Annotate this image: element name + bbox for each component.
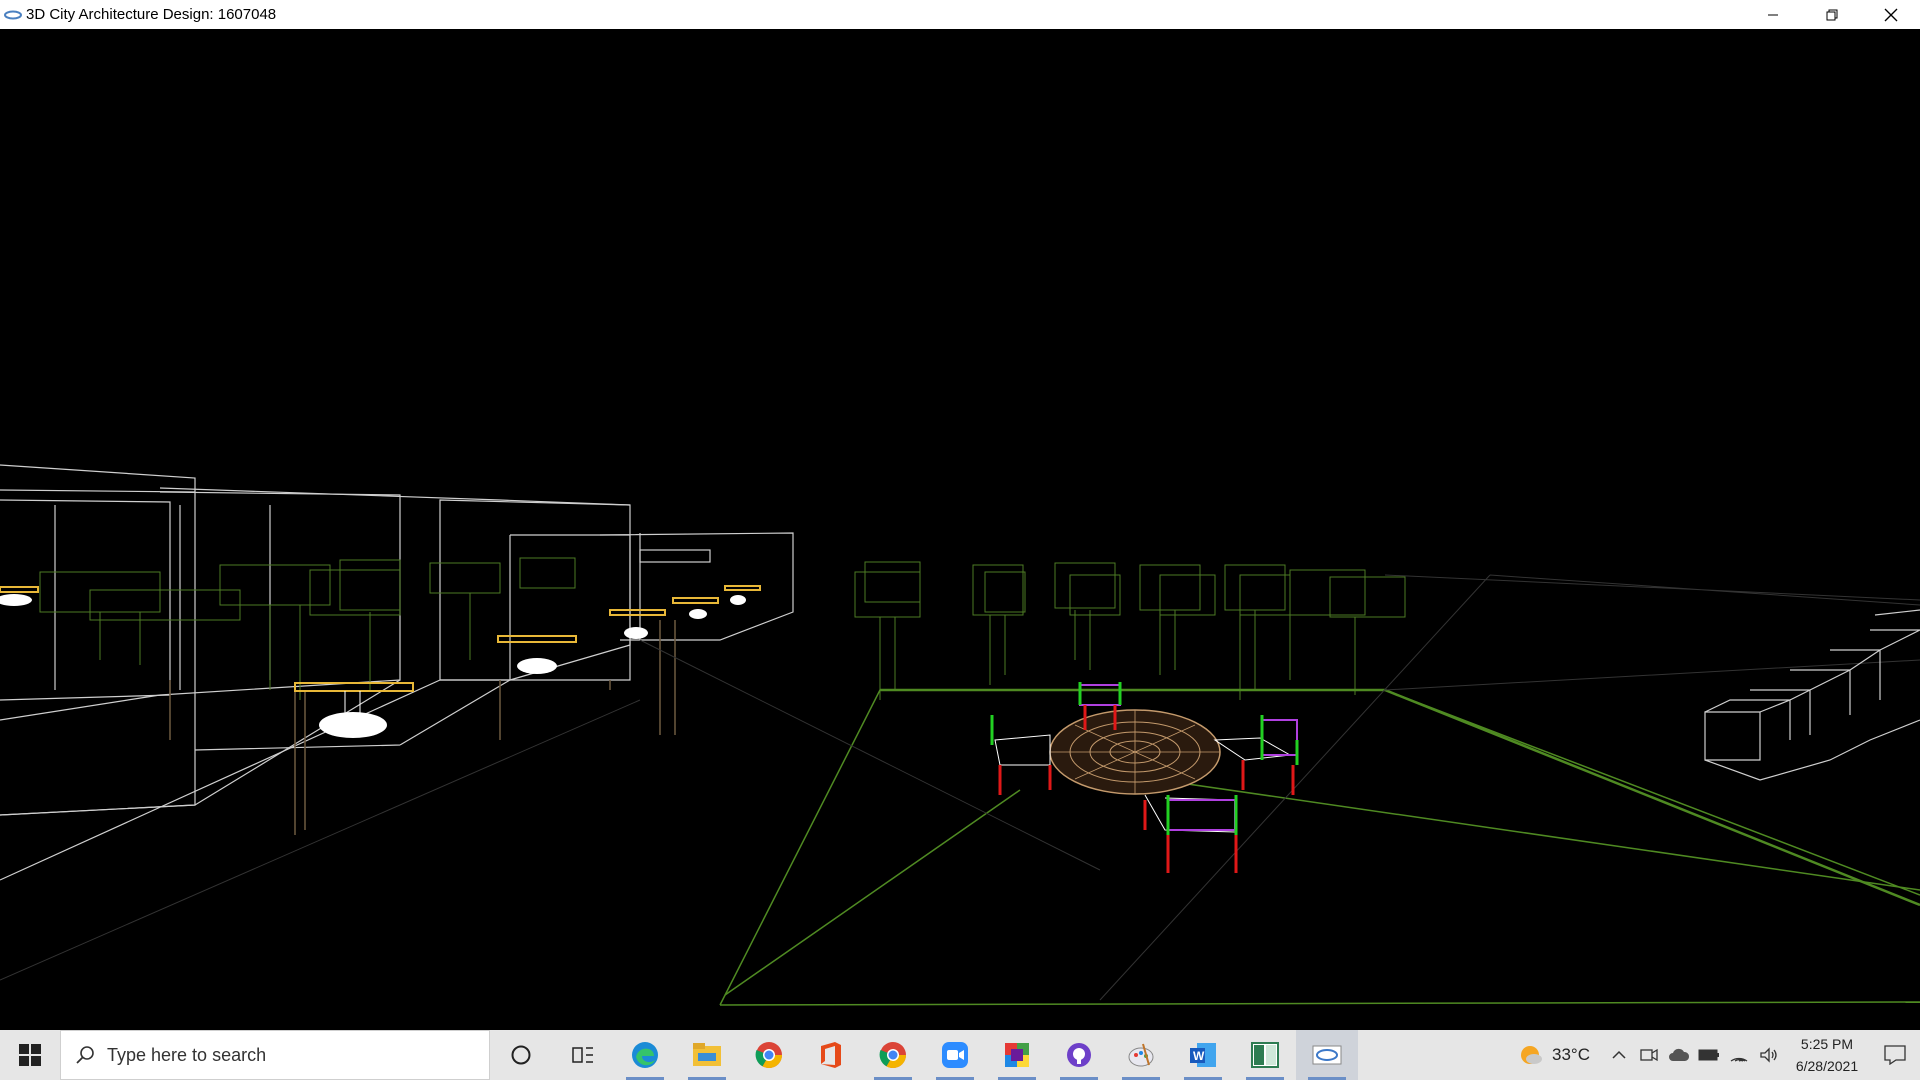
wifi-icon (1730, 1057, 1748, 1062)
close-icon (1884, 8, 1897, 21)
restore-icon (1826, 9, 1837, 20)
task-view-button[interactable] (552, 1030, 614, 1080)
word-icon: W (1190, 1043, 1216, 1067)
table-and-chairs (990, 682, 1299, 873)
left-buildings (0, 464, 794, 881)
taskbar-opengl-app[interactable] (1296, 1030, 1358, 1080)
github-icon (1067, 1043, 1091, 1067)
taskbar-office[interactable] (800, 1030, 862, 1080)
start-button[interactable] (0, 1030, 60, 1080)
system-tray: 33°C 5:25 PM 6/28/2021 (1518, 1030, 1920, 1080)
svg-text:W: W (1193, 1049, 1205, 1063)
onedrive-button[interactable] (1664, 1030, 1694, 1080)
camera-icon (1640, 1048, 1658, 1062)
taskbar-chrome-1[interactable] (738, 1030, 800, 1080)
clock-time: 5:25 PM (1800, 1036, 1854, 1052)
taskbar-paint[interactable] (1110, 1030, 1172, 1080)
windows-logo-icon (19, 1044, 41, 1066)
meet-now-button[interactable] (1634, 1030, 1664, 1080)
ground-plane (719, 688, 1920, 1006)
background-shelves (854, 561, 1406, 700)
taskbar-colorful-app[interactable] (986, 1030, 1048, 1080)
task-view-icon (572, 1047, 593, 1063)
cortana-icon (511, 1045, 531, 1065)
restore-button[interactable] (1802, 0, 1861, 29)
weather-temp: 33°C (1552, 1045, 1590, 1064)
close-button[interactable] (1861, 0, 1920, 29)
search-placeholder: Type here to search (107, 1044, 267, 1065)
speaker-icon (1760, 1047, 1777, 1063)
chrome-icon (879, 1042, 907, 1069)
minimize-button[interactable] (1743, 0, 1802, 29)
taskbar-edge[interactable] (614, 1030, 676, 1080)
battery-icon (1698, 1049, 1719, 1061)
taskbar-zoom[interactable] (924, 1030, 986, 1080)
wireframe-scene (0, 464, 1920, 1006)
taskbar: Type here to search W 33°C 5:25 PM 6/28/… (0, 1030, 1920, 1080)
paint-icon (1128, 1043, 1154, 1067)
search-box[interactable]: Type here to search (60, 1030, 490, 1080)
taskbar-github[interactable] (1048, 1030, 1110, 1080)
clock-date: 6/28/2021 (1795, 1058, 1859, 1074)
taskbar-chrome-2[interactable] (862, 1030, 924, 1080)
left-shelves (39, 557, 576, 700)
battery-button[interactable] (1694, 1030, 1724, 1080)
opengl-app-icon (1312, 1045, 1342, 1065)
office-icon (821, 1042, 841, 1068)
volume-button[interactable] (1754, 1030, 1784, 1080)
title-bar: 3D City Architecture Design: 1607048 (0, 0, 1920, 29)
window-title: 3D City Architecture Design: 1607048 (26, 6, 277, 23)
right-stairs (1704, 609, 1920, 781)
network-button[interactable] (1724, 1030, 1754, 1080)
app-icon (0, 0, 26, 29)
edge-icon (632, 1042, 658, 1068)
perspective-lines (0, 574, 1920, 1001)
search-icon (76, 1046, 94, 1064)
weather-widget[interactable]: 33°C (1518, 1042, 1590, 1068)
cortana-button[interactable] (490, 1030, 552, 1080)
minimize-icon (1767, 14, 1778, 15)
cloud-icon (1669, 1048, 1690, 1061)
colorful-app-icon (1005, 1043, 1029, 1067)
app-window-icon (1251, 1042, 1279, 1068)
zoom-icon (942, 1042, 968, 1068)
3d-viewport[interactable] (0, 29, 1920, 1030)
action-center-button[interactable] (1870, 1030, 1920, 1080)
clock[interactable]: 5:25 PM 6/28/2021 (1784, 1033, 1870, 1077)
taskbar-file-explorer[interactable] (676, 1030, 738, 1080)
file-explorer-icon (693, 1043, 721, 1066)
weather-sun-icon (1521, 1046, 1543, 1064)
show-hidden-icons-button[interactable] (1604, 1030, 1634, 1080)
notification-icon (1884, 1045, 1906, 1065)
support-poles (169, 620, 676, 835)
lamps (0, 585, 761, 738)
taskbar-app-window[interactable] (1234, 1030, 1296, 1080)
chrome-icon (755, 1042, 783, 1069)
taskbar-word[interactable]: W (1172, 1030, 1234, 1080)
chevron-up-icon (1612, 1050, 1626, 1059)
